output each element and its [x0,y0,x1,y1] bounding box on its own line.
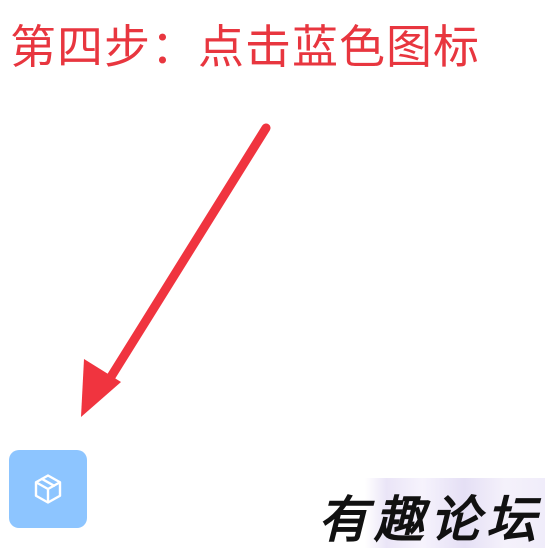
cube-box-icon [34,474,62,504]
watermark-text: 有趣论坛 [318,490,542,549]
blue-app-icon-button[interactable] [9,450,87,528]
